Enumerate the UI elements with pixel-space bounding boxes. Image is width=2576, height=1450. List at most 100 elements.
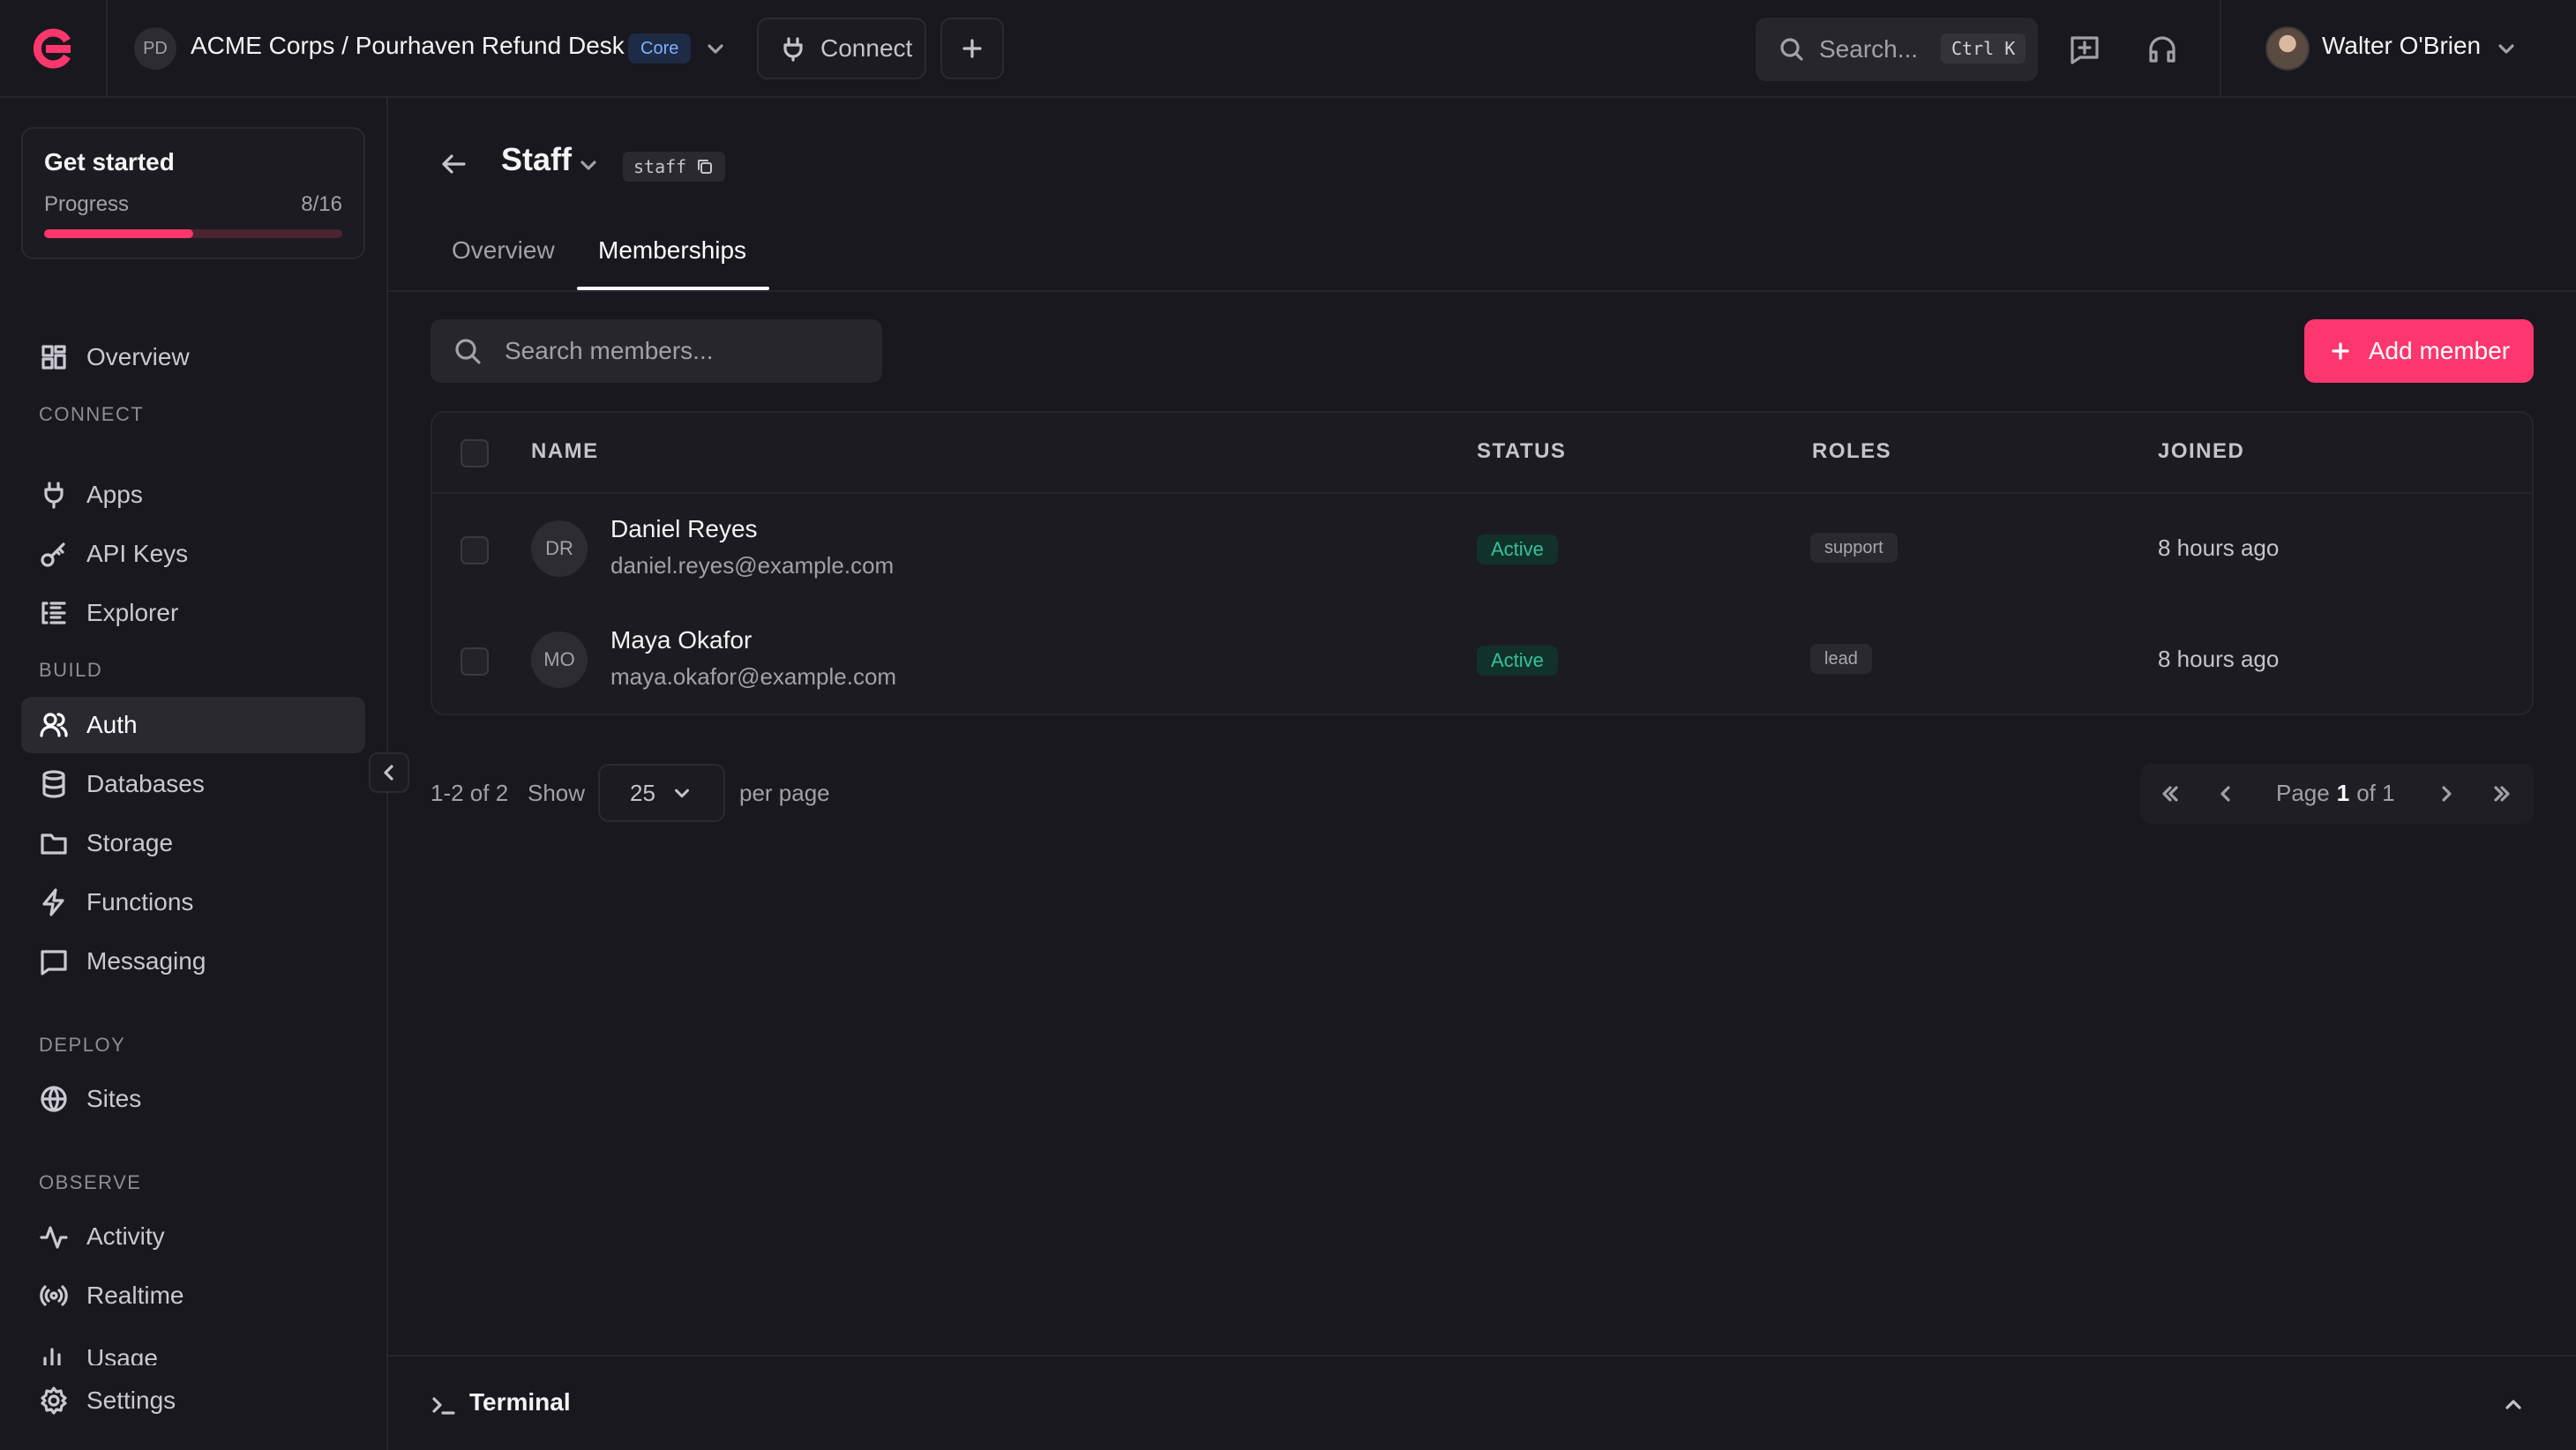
row-checkbox[interactable] [461, 647, 489, 676]
sidebar-item-api-keys[interactable]: API Keys [21, 526, 365, 582]
back-arrow-icon[interactable] [438, 148, 469, 180]
search-shortcut-hint: Ctrl K [1941, 34, 2026, 64]
sidebar-item-storage[interactable]: Storage [21, 815, 365, 871]
row-checkbox[interactable] [461, 536, 489, 564]
progress-count: 8/16 [301, 192, 342, 216]
support-headset-icon[interactable] [2145, 33, 2179, 66]
members-table: NAME STATUS ROLES JOINED DR Daniel Reyes… [431, 411, 2534, 715]
terminal-icon [431, 1392, 457, 1418]
member-name[interactable]: Daniel Reyes [610, 515, 758, 543]
page-size-value: 25 [630, 779, 655, 806]
chevron-up-icon[interactable] [2502, 1394, 2525, 1416]
chevron-down-icon[interactable] [577, 153, 600, 176]
page-label: Page [2276, 780, 2330, 806]
connect-label: Connect [820, 34, 913, 62]
sidebar-item-auth[interactable]: Auth [21, 697, 365, 753]
column-header-status[interactable]: STATUS [1477, 439, 1566, 464]
message-icon [41, 950, 67, 975]
activity-icon [40, 1226, 68, 1249]
chevron-left-icon [379, 763, 399, 782]
lightning-icon [42, 888, 64, 916]
member-search[interactable] [431, 319, 882, 383]
sidebar-item-databases[interactable]: Databases [21, 756, 365, 812]
select-all-checkbox[interactable] [461, 439, 489, 467]
progress-bar-fill [44, 229, 193, 238]
plug-icon [780, 35, 806, 62]
progress-bar [44, 229, 342, 238]
user-avatar[interactable] [2265, 26, 2310, 71]
key-icon [41, 542, 65, 567]
get-started-title: Get started [44, 148, 175, 176]
last-page-icon[interactable] [2490, 781, 2516, 807]
sidebar-item-label: Overview [86, 343, 190, 370]
gear-icon [41, 1386, 67, 1415]
page-title: Staff [501, 141, 572, 177]
current-page: 1 [2336, 780, 2350, 806]
tab-memberships[interactable]: Memberships [598, 236, 746, 265]
joined-time: 8 hours ago [2158, 534, 2280, 561]
pagination-show-label: Show [528, 780, 586, 806]
sidebar-item-explorer[interactable]: Explorer [21, 585, 365, 641]
tabs-divider [388, 290, 2576, 292]
member-name[interactable]: Maya Okafor [610, 626, 752, 654]
tab-overview[interactable]: Overview [452, 236, 555, 265]
copy-icon[interactable] [695, 157, 715, 176]
feedback-icon[interactable] [2068, 33, 2101, 66]
list-tree-icon [41, 602, 66, 624]
get-started-card[interactable]: Get started Progress 8/16 [21, 127, 365, 259]
appwrite-logo-icon[interactable] [26, 23, 78, 74]
member-avatar: DR [531, 520, 588, 577]
sidebar-item-functions[interactable]: Functions [21, 874, 365, 931]
sidebar-item-sites[interactable]: Sites [21, 1071, 365, 1127]
table-header: NAME STATUS ROLES JOINED [432, 413, 2532, 494]
member-avatar: MO [531, 632, 588, 688]
add-member-button[interactable]: Add member [2304, 319, 2534, 383]
collapse-sidebar-button[interactable] [369, 752, 409, 793]
page-total: of 1 [2356, 780, 2395, 806]
column-header-joined[interactable]: JOINED [2158, 439, 2244, 464]
chevron-down-icon[interactable] [704, 37, 727, 60]
sidebar-item-apps[interactable]: Apps [21, 467, 365, 523]
sidebar-item-settings[interactable]: Settings [21, 1372, 365, 1429]
chevron-down-icon[interactable] [2495, 37, 2518, 60]
sidebar-item-usage[interactable]: Usage [21, 1327, 365, 1365]
first-page-icon[interactable] [2156, 781, 2183, 807]
project-avatar[interactable]: PD [134, 27, 176, 70]
database-icon [42, 770, 65, 798]
broadcast-icon [40, 1285, 68, 1306]
sidebar-item-label: Realtime [86, 1282, 184, 1309]
member-email: daniel.reyes@example.com [610, 552, 895, 579]
section-label-connect: CONNECT [39, 403, 145, 425]
table-row[interactable]: MO Maya Okafor maya.okafor@example.com A… [432, 605, 2532, 714]
sidebar-item-label: Storage [86, 829, 174, 856]
sidebar-item-label: Activity [86, 1222, 165, 1250]
sidebar-item-overview[interactable]: Overview [21, 329, 365, 385]
team-id-chip[interactable]: staff [623, 152, 726, 182]
sidebar-item-label: Sites [86, 1085, 142, 1112]
page-size-select[interactable]: 25 [598, 764, 725, 822]
search-icon [453, 337, 482, 365]
terminal-label: Terminal [469, 1388, 571, 1416]
previous-page-icon[interactable] [2213, 781, 2239, 807]
sidebar-item-label: Functions [86, 888, 194, 916]
column-header-roles[interactable]: ROLES [1812, 439, 1891, 464]
progress-label: Progress [44, 192, 130, 216]
member-search-input[interactable] [505, 337, 857, 365]
table-row[interactable]: DR Daniel Reyes daniel.reyes@example.com… [432, 494, 2532, 605]
sidebar-item-label: Messaging [86, 947, 206, 975]
grid-icon [41, 345, 66, 370]
sidebar-item-activity[interactable]: Activity [21, 1208, 365, 1265]
create-button[interactable] [940, 18, 1004, 79]
bar-chart-icon [43, 1348, 61, 1365]
terminal-bar[interactable]: Terminal [388, 1355, 2576, 1450]
connect-button[interactable]: Connect [757, 18, 926, 79]
column-header-name[interactable]: NAME [531, 439, 599, 464]
sidebar-item-label: Databases [86, 770, 205, 797]
pager: Page 1 of 1 [2140, 764, 2534, 824]
sidebar-item-realtime[interactable]: Realtime [21, 1267, 365, 1324]
project-breadcrumb[interactable]: ACME Corps / Pourhaven Refund Desk [191, 32, 625, 60]
user-name[interactable]: Walter O'Brien [2322, 32, 2481, 60]
global-search-placeholder: Search... [1819, 35, 1919, 63]
sidebar-item-messaging[interactable]: Messaging [21, 933, 365, 990]
next-page-icon[interactable] [2433, 781, 2460, 807]
